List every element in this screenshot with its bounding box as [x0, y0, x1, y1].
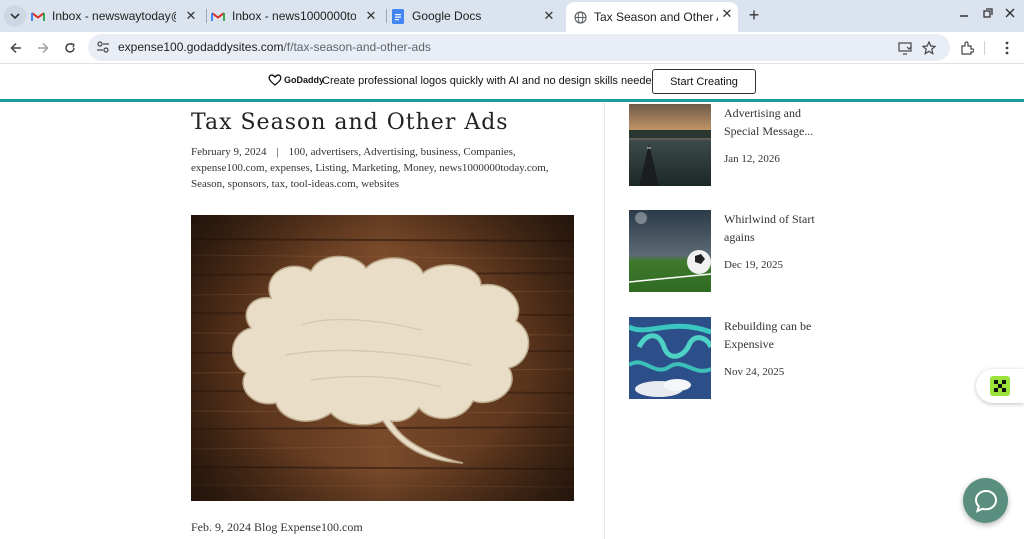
godaddy-logo-text: GoDaddy	[284, 75, 325, 85]
floating-widget[interactable]	[976, 369, 1024, 403]
gmail-icon	[30, 8, 46, 24]
url-host: expense100.godaddysites.com	[118, 40, 284, 54]
tab-label: Google Docs	[412, 9, 482, 23]
close-icon[interactable]: ✕	[184, 9, 198, 23]
tab-label: Inbox - newswaytoday@gmail	[52, 9, 176, 23]
chat-button[interactable]	[963, 478, 1008, 523]
post-date: February 9, 2024	[191, 146, 267, 158]
sidebar-post-item[interactable]: Advertising and Special Message... Jan 1…	[629, 104, 829, 186]
godaddy-heart-icon	[268, 74, 282, 86]
tab-inbox-newswaytoday[interactable]: Inbox - newswaytoday@gmail ✕	[30, 4, 202, 28]
sidebar-post-title[interactable]: Whirlwind of Start agains	[724, 210, 834, 246]
url-text: expense100.godaddysites.com/f/tax-season…	[118, 40, 431, 54]
tab-strip: Inbox - newswaytoday@gmail ✕ Inbox - new…	[0, 0, 1024, 32]
tab-search-button[interactable]	[4, 5, 26, 27]
bookmark-star-icon[interactable]	[920, 39, 938, 57]
close-icon[interactable]: ✕	[542, 9, 556, 23]
column-divider	[604, 102, 605, 539]
tab-inbox-news1000000today[interactable]: Inbox - news1000000today@g ✕	[210, 4, 382, 28]
sidebar-post-title[interactable]: Advertising and Special Message...	[724, 104, 834, 140]
post-thumbnail[interactable]	[629, 317, 711, 399]
close-icon[interactable]: ✕	[364, 9, 378, 23]
promo-banner: GoDaddy Create professional logos quickl…	[0, 65, 1024, 99]
tab-tax-season[interactable]: Tax Season and Other Ads ✕	[566, 2, 738, 32]
godaddy-logo: GoDaddy	[268, 74, 324, 86]
url-path: /f/tax-season-and-other-ads	[283, 40, 431, 54]
start-creating-button[interactable]: Start Creating	[652, 69, 756, 94]
sidebar-post-date: Nov 24, 2025	[724, 366, 785, 378]
sidebar-post-date: Dec 19, 2025	[724, 259, 783, 271]
install-app-icon[interactable]	[896, 39, 914, 57]
tab-separator	[386, 9, 387, 23]
toolbar-divider	[984, 41, 985, 55]
sidebar-post-title[interactable]: Rebuilding can be Expensive	[724, 317, 834, 353]
close-icon[interactable]: ✕	[720, 7, 734, 21]
new-tab-button[interactable]: +	[744, 5, 764, 25]
extensions-icon[interactable]	[956, 37, 978, 59]
post-thumbnail[interactable]	[629, 104, 711, 186]
sidebar-post-date: Jan 12, 2026	[724, 153, 780, 165]
minimize-icon[interactable]	[954, 6, 974, 24]
close-window-icon[interactable]	[1000, 6, 1020, 24]
restore-icon[interactable]	[978, 6, 998, 24]
post-thumbnail[interactable]	[629, 210, 711, 292]
meta-separator: |	[276, 146, 279, 158]
site-settings-icon[interactable]	[96, 40, 112, 56]
sidebar-post-item[interactable]: Whirlwind of Start agains Dec 19, 2025	[629, 210, 829, 292]
post-byline: Feb. 9, 2024 Blog Expense100.com	[191, 520, 363, 534]
forward-icon[interactable]	[32, 37, 54, 59]
promo-message: Create professional logos quickly with A…	[322, 75, 661, 87]
tab-separator	[206, 9, 207, 23]
browser-toolbar: expense100.godaddysites.com/f/tax-season…	[0, 32, 1024, 64]
chat-bubble-icon	[974, 489, 997, 513]
post-meta: February 9, 2024 | 100, advertisers, Adver…	[191, 144, 581, 192]
gmail-icon	[210, 8, 226, 24]
tab-google-docs[interactable]: Google Docs ✕	[390, 4, 560, 28]
globe-icon	[572, 9, 588, 25]
hero-image	[191, 215, 574, 501]
tab-label: Tax Season and Other Ads	[594, 10, 718, 24]
sidebar-post-item[interactable]: Rebuilding can be Expensive Nov 24, 2025	[629, 317, 829, 399]
qr-widget-icon[interactable]	[990, 376, 1010, 396]
post-title: Tax Season and Other Ads	[191, 110, 509, 135]
menu-kebab-icon[interactable]	[996, 37, 1018, 59]
docs-icon	[390, 8, 406, 24]
tab-label: Inbox - news1000000today@g	[232, 9, 356, 23]
reload-icon[interactable]	[59, 37, 81, 59]
back-icon[interactable]	[5, 37, 27, 59]
accent-divider	[0, 99, 1024, 102]
address-bar[interactable]: expense100.godaddysites.com/f/tax-season…	[88, 34, 950, 61]
chevron-down-icon	[10, 13, 20, 20]
